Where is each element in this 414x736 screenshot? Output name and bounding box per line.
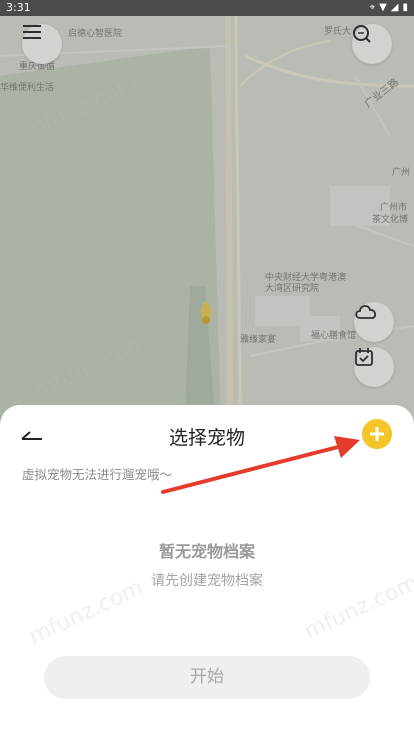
- location-status-icon: ⌖: [369, 2, 376, 13]
- status-time: 3:31: [6, 1, 31, 14]
- battery-status-icon: ▮: [402, 2, 408, 13]
- status-icons: ⌖ ▼ ◢ ▮: [369, 0, 408, 16]
- status-bar: 3:31 ⌖ ▼ ◢ ▮: [0, 0, 414, 16]
- signal-status-icon: ◢: [390, 2, 399, 13]
- plus-icon: [370, 427, 384, 441]
- sheet-title: 选择宠物: [168, 427, 245, 449]
- empty-state-title: 暂无宠物档案: [158, 542, 255, 561]
- select-pet-sheet: 选择宠物 虚拟宠物无法进行遛宠哦～ 暂无宠物档案 请先创建宠物档案 开始: [0, 405, 414, 736]
- wifi-status-icon: ▼: [379, 2, 387, 13]
- virtual-pet-hint: 虚拟宠物无法进行遛宠哦～: [22, 467, 173, 482]
- add-pet-button[interactable]: [362, 419, 392, 449]
- empty-state-subtitle: 请先创建宠物档案: [151, 573, 263, 589]
- start-button[interactable]: 开始: [44, 656, 370, 699]
